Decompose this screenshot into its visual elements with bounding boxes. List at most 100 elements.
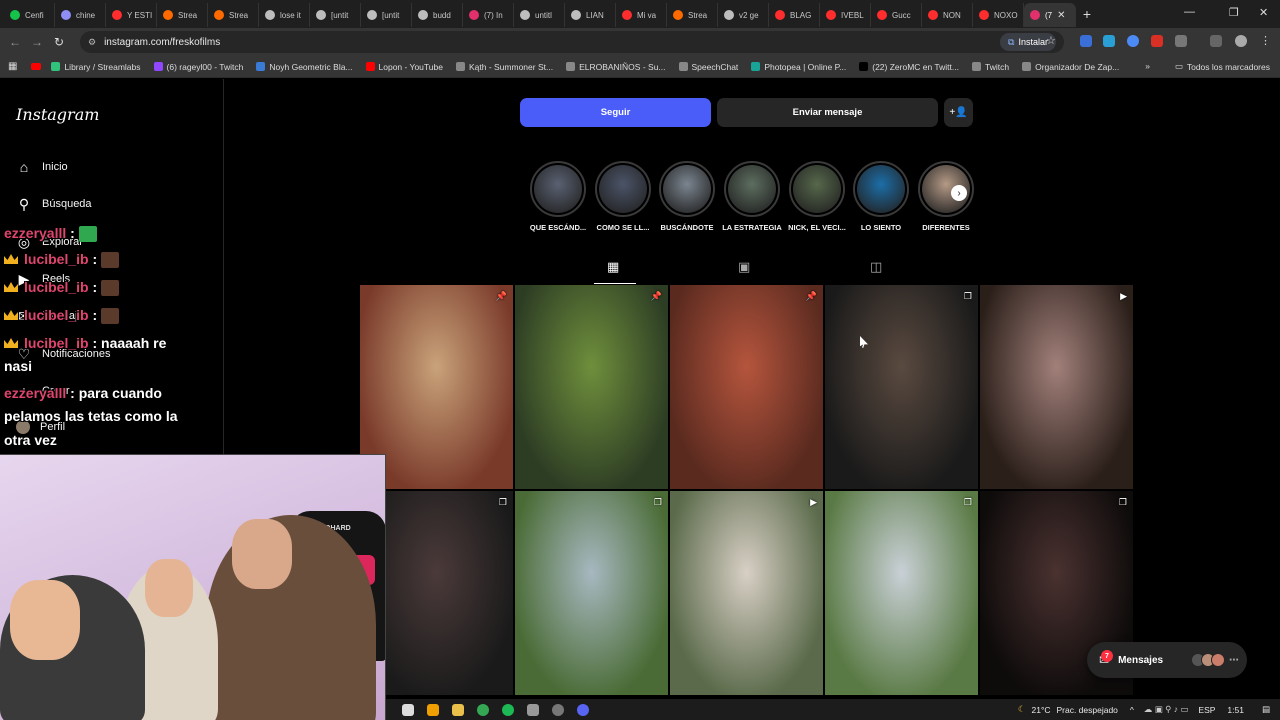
highlight-ring	[853, 161, 909, 217]
browser-tab[interactable]: BLAG	[769, 3, 820, 27]
profile-avatar-icon[interactable]	[1235, 35, 1247, 47]
story-highlight[interactable]: BUSCÁNDOTE	[656, 161, 718, 232]
clock[interactable]: 1:51	[1227, 705, 1244, 715]
story-highlight[interactable]: NICK, EL VECI...	[786, 161, 848, 232]
bookmark-item[interactable]: Twitch	[972, 62, 1009, 72]
browser-tab[interactable]: [untit	[361, 3, 412, 27]
install-label: Instalar	[1018, 37, 1048, 47]
story-highlight[interactable]: LA ESTRATEGIA	[721, 161, 783, 232]
bookmark-item[interactable]: (6) rageyl00 - Twitch	[153, 62, 243, 72]
minimize-icon[interactable]: —	[1184, 6, 1195, 18]
task-view-icon[interactable]	[402, 703, 414, 716]
menu-icon[interactable]: ⋮	[1260, 34, 1271, 47]
post-thumbnail[interactable]: ❐	[825, 491, 978, 695]
browser-tab[interactable]: budd	[412, 3, 463, 27]
follow-button[interactable]: Seguir	[520, 98, 711, 127]
story-highlight[interactable]: DIFERENTES	[915, 161, 977, 232]
extension-icon[interactable]	[1103, 35, 1115, 47]
post-thumbnail[interactable]: ❐	[515, 491, 668, 695]
browser-tab[interactable]: lose it	[259, 3, 310, 27]
post-thumbnail[interactable]: 📌	[670, 285, 823, 489]
browser-tab[interactable]: untitl	[514, 3, 565, 27]
favicon-icon	[673, 10, 683, 20]
active-tab-indicator	[594, 283, 636, 284]
close-window-icon[interactable]: ✕	[1259, 6, 1268, 19]
youtube-icon[interactable]	[31, 63, 42, 70]
story-highlight[interactable]: COMO SE LL...	[592, 161, 654, 232]
spotify-icon[interactable]	[502, 703, 514, 716]
highlight-ring	[724, 161, 780, 217]
back-icon[interactable]: ←	[4, 35, 26, 49]
restore-icon[interactable]: ❐	[1229, 6, 1239, 19]
chat-emote-icon	[101, 280, 120, 297]
browser-tab[interactable]: LIAN	[565, 3, 616, 27]
weather-widget[interactable]: ☾ 21°C Prac. despejado	[1018, 704, 1118, 715]
story-highlight[interactable]: LO SIENTO	[850, 161, 912, 232]
post-thumbnail[interactable]: ▶	[980, 285, 1133, 489]
queue-icon[interactable]	[1210, 35, 1222, 47]
notifications-icon[interactable]: ▤	[1262, 704, 1270, 715]
forward-icon[interactable]: →	[26, 35, 48, 49]
browser-tab[interactable]: (7 ✕	[1024, 3, 1076, 27]
extensions-puzzle-icon[interactable]	[1175, 35, 1187, 47]
file-explorer-icon[interactable]	[452, 703, 464, 716]
bookmark-item[interactable]: SpeechChat	[678, 62, 738, 72]
extension-icon[interactable]	[1127, 35, 1139, 47]
extension-icon[interactable]	[1080, 35, 1092, 47]
tagged-tab-icon[interactable]: ◫	[870, 259, 882, 275]
browser-tab[interactable]: [untit	[310, 3, 361, 27]
overflow-chevron-icon[interactable]: »	[1145, 61, 1150, 71]
instagram-logo[interactable]: Instagram	[16, 105, 99, 124]
reels-tab-icon[interactable]: ▣	[738, 259, 750, 275]
browser-tab[interactable]: Strea	[667, 3, 718, 27]
post-thumbnail[interactable]: 📌	[515, 285, 668, 489]
messages-button[interactable]: ✉ 7 Mensajes ⋯	[1087, 642, 1247, 678]
tray-chevron-icon[interactable]: ^	[1130, 705, 1134, 715]
browser-tab[interactable]: NON	[922, 3, 973, 27]
all-bookmarks[interactable]: » ▭ Todos los marcadores	[1145, 61, 1270, 72]
send-message-button[interactable]: Enviar mensaje	[717, 98, 938, 127]
bookmark-item[interactable]: Lopon - YouTube	[365, 62, 443, 72]
browser-tab[interactable]: NOXO	[973, 3, 1024, 27]
language-indicator[interactable]: ESP	[1198, 705, 1215, 715]
suggested-accounts-button[interactable]: +👤	[944, 98, 973, 127]
browser-tab[interactable]: IVEBL	[820, 3, 871, 27]
reload-icon[interactable]: ↻	[48, 35, 70, 49]
taskbar-app-icon[interactable]	[427, 703, 439, 716]
site-info-icon[interactable]: ⚙	[88, 37, 96, 48]
bookmark-item[interactable]: Organizador De Zap...	[1022, 62, 1119, 72]
browser-tab[interactable]: v2 ge	[718, 3, 769, 27]
address-bar[interactable]: ⚙ instagram.com/freskofilms ⧉ Instalar	[80, 31, 1064, 53]
browser-tab[interactable]: (7) In	[463, 3, 514, 27]
post-thumbnail[interactable]: ▶	[670, 491, 823, 695]
browser-tab[interactable]: Strea	[208, 3, 259, 27]
tray-icons[interactable]: ☁ ▣ ⚲ ♪ ▭	[1144, 704, 1188, 715]
bookmark-item[interactable]: (22) ZeroMC en Twitt...	[859, 62, 959, 72]
posts-grid-icon[interactable]: ▦	[607, 259, 619, 275]
tab-title: Strea	[229, 10, 249, 20]
browser-tab[interactable]: Y ESTI	[106, 3, 157, 27]
star-icon[interactable]: ☆	[1046, 34, 1056, 47]
obs-icon[interactable]	[552, 703, 564, 716]
adblock-icon[interactable]	[1151, 35, 1163, 47]
story-highlight[interactable]: QUE ESCÁND...	[527, 161, 589, 232]
chrome-icon[interactable]	[477, 703, 489, 716]
post-type-icon: ❐	[1118, 497, 1127, 507]
browser-tab[interactable]: Mi va	[616, 3, 667, 27]
browser-tab[interactable]: Cenfi	[4, 3, 55, 27]
highlights-next-icon[interactable]: ›	[951, 185, 967, 201]
close-tab-icon[interactable]: ✕	[1057, 10, 1065, 21]
discord-icon[interactable]	[577, 703, 589, 716]
bookmark-item[interactable]: Library / Streamlabs	[51, 62, 141, 72]
browser-tab[interactable]: Gucc	[871, 3, 922, 27]
bookmark-item[interactable]: Kąth - Summoner St...	[455, 62, 553, 72]
apps-grid-icon[interactable]: ▦	[8, 61, 17, 72]
taskbar-app-icon[interactable]	[527, 703, 539, 716]
bookmark-item[interactable]: Photopea | Online P...	[751, 62, 846, 72]
new-tab-button[interactable]: +	[1076, 6, 1098, 22]
browser-tab[interactable]: chine	[55, 3, 106, 27]
bookmark-item[interactable]: Noyh Geometric Bla...	[256, 62, 353, 72]
bookmark-item[interactable]: ELROBANIÑOS - Su...	[566, 62, 666, 72]
browser-tab[interactable]: Strea	[157, 3, 208, 27]
post-thumbnail[interactable]: ❐	[825, 285, 978, 489]
